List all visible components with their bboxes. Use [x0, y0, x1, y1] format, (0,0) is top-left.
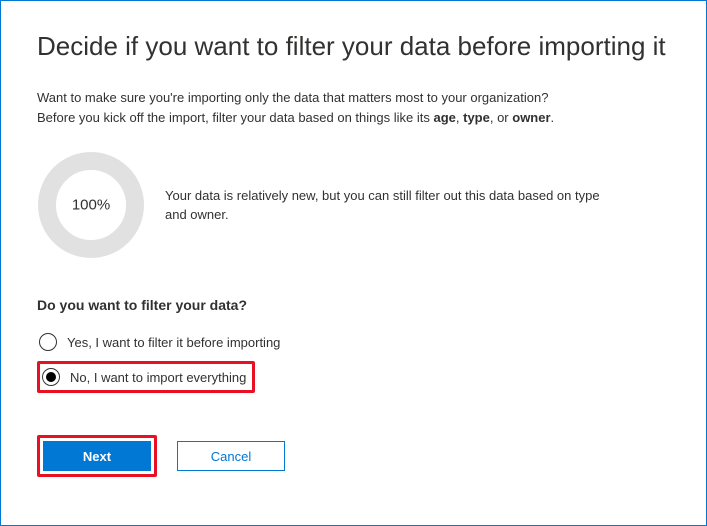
filter-question: Do you want to filter your data?	[37, 297, 670, 313]
intro-line1: Want to make sure you're importing only …	[37, 90, 548, 105]
intro-bold-owner: owner	[512, 110, 550, 125]
intro-line2-prefix: Before you kick off the import, filter y…	[37, 110, 433, 125]
intro-bold-type: type	[463, 110, 490, 125]
radio-option-no[interactable]: No, I want to import everything	[37, 361, 255, 393]
radio-group: Yes, I want to filter it before importin…	[37, 329, 670, 393]
donut-percent-label: 100%	[72, 197, 110, 214]
intro-bold-age: age	[433, 110, 455, 125]
donut-row: 100% Your data is relatively new, but yo…	[37, 151, 670, 259]
radio-circle-icon	[39, 333, 57, 351]
radio-label-yes: Yes, I want to filter it before importin…	[67, 335, 280, 350]
cancel-button[interactable]: Cancel	[177, 441, 285, 471]
donut-chart: 100%	[37, 151, 145, 259]
button-row: Next Cancel	[37, 435, 670, 477]
next-button-highlight: Next	[37, 435, 157, 477]
donut-description: Your data is relatively new, but you can…	[165, 186, 605, 225]
radio-circle-selected-icon	[42, 368, 60, 386]
next-button[interactable]: Next	[43, 441, 151, 471]
radio-label-no: No, I want to import everything	[70, 370, 246, 385]
intro-text: Want to make sure you're importing only …	[37, 88, 670, 127]
page-title: Decide if you want to filter your data b…	[37, 31, 670, 62]
radio-option-yes[interactable]: Yes, I want to filter it before importin…	[37, 329, 286, 355]
